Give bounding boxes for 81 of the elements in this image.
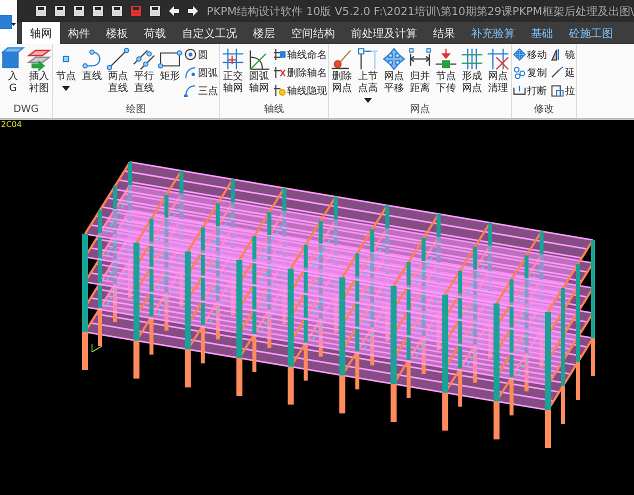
ribbon-small-button[interactable]: 移动	[512, 46, 548, 63]
ribbon-small-button[interactable]: 圆	[183, 46, 219, 63]
line-icon	[106, 48, 130, 70]
node-height-icon	[358, 48, 378, 70]
ribbon-small-button[interactable]: 轴线隐现	[272, 82, 328, 99]
ribbon-small-button[interactable]: 打断	[512, 82, 548, 99]
ribbon-group-label: 网点	[410, 104, 430, 116]
ribbon-group-label: 轴线	[264, 104, 284, 116]
axis-name-icon	[274, 48, 286, 60]
move-arrows-icon	[382, 48, 406, 70]
curve-icon	[82, 49, 100, 69]
arc-icon	[184, 85, 196, 97]
ribbon-button[interactable]: 正交 轴网	[220, 44, 246, 104]
ribbon-tab[interactable]: 轴网	[22, 22, 60, 44]
ribbon-small-button[interactable]: 轴线命名	[272, 46, 328, 63]
ribbon-small-button[interactable]: 拉	[550, 82, 576, 99]
ribbon-button[interactable]: 节点	[53, 44, 79, 104]
ribbon-small-button[interactable]: 删除轴名	[272, 64, 328, 81]
ribbon-small-button[interactable]: 复制	[512, 64, 548, 81]
circle-icon	[184, 48, 196, 60]
grid-icon	[222, 48, 244, 70]
break-icon	[513, 86, 526, 95]
parallel-lines-icon	[133, 50, 155, 70]
arc-icon	[185, 67, 196, 78]
axis-bulb-icon	[274, 84, 286, 96]
ribbon-button[interactable]: 入 G	[0, 44, 26, 104]
node-icon	[62, 56, 70, 62]
ribbon-button[interactable]: 两点 直线	[105, 44, 131, 104]
ribbon-button[interactable]: 平行 直线	[131, 44, 157, 104]
ribbon-tab[interactable]: 自定义工况	[174, 22, 245, 44]
distance-icon	[409, 48, 431, 66]
ribbon-group-label: 绘图	[126, 104, 146, 116]
stretch-icon	[551, 85, 564, 97]
ribbon-tab[interactable]: 砼施工图	[561, 22, 621, 44]
undo-arrow-icon[interactable]	[168, 5, 180, 17]
redo-arrow-icon[interactable]	[186, 5, 199, 17]
ribbon-tab[interactable]: 补充验算	[463, 22, 523, 44]
move-arrows-icon	[513, 48, 526, 61]
app-logo-icon	[0, 13, 16, 31]
axis-delete-icon	[274, 66, 286, 78]
ribbon-tab[interactable]: 基础	[523, 22, 561, 44]
down-arrow-icon	[436, 48, 456, 68]
coordinate-label: 2C04	[1, 120, 22, 129]
ribbon-tab[interactable]: 构件	[60, 22, 98, 44]
radial-grid-icon	[250, 50, 270, 70]
ribbon-tab[interactable]: 楼层	[245, 22, 283, 44]
grid-icon	[462, 48, 482, 70]
ribbon-button[interactable]: 删除 网点	[329, 44, 355, 104]
layers-icon	[27, 50, 51, 71]
axis-triad-icon	[92, 344, 102, 352]
copy-icon	[514, 66, 526, 79]
extend-icon	[552, 66, 564, 78]
ribbon-tab[interactable]: 荷载	[136, 22, 174, 44]
window-title: PKPM结构设计软件 10版 V5.2.0 F:\2021培训\第10期第29课PKPM框架后处理及出图\	[206, 4, 634, 18]
ribbon-small-button[interactable]: 延	[550, 64, 576, 81]
cube-icon	[1, 47, 25, 68]
ribbon-tab[interactable]: 前处理及计算	[343, 22, 425, 44]
ribbon-small-button[interactable]: 圆弧	[183, 64, 219, 81]
ribbon-button[interactable]: 归并 距离	[407, 44, 433, 104]
save-icon[interactable]	[34, 5, 47, 17]
mirror-icon	[551, 48, 560, 61]
eraser-icon	[332, 50, 352, 70]
ribbon-tab[interactable]: 结果	[425, 22, 463, 44]
ribbon-tab[interactable]: 空间结构	[283, 22, 343, 44]
ribbon-button[interactable]: 网点 清理	[485, 44, 511, 104]
ribbon-small-button[interactable]: 镜	[550, 46, 576, 63]
ribbon-small-button[interactable]: 三点	[183, 82, 219, 99]
ribbon-tab[interactable]: 楼板	[98, 22, 136, 44]
app-menu-button[interactable]	[0, 0, 17, 44]
grid-delete-icon	[488, 48, 509, 70]
ribbon-button[interactable]: 插入 衬图	[26, 44, 52, 104]
ribbon-button[interactable]: 网点 平移	[381, 44, 407, 104]
ribbon-button[interactable]: 节点 下传	[433, 44, 459, 104]
rectangle-icon	[158, 50, 182, 69]
ribbon-button[interactable]: 上节 点高	[355, 44, 381, 104]
ribbon-button[interactable]: 圆弧 轴网	[246, 44, 272, 104]
ribbon-button[interactable]: 矩形	[157, 44, 183, 104]
ribbon-group-label: DWG	[13, 104, 39, 116]
ribbon-button[interactable]: 形成 网点	[459, 44, 485, 104]
ribbon-button[interactable]: 直线	[79, 44, 105, 104]
ribbon-group-label: 修改	[534, 104, 554, 116]
